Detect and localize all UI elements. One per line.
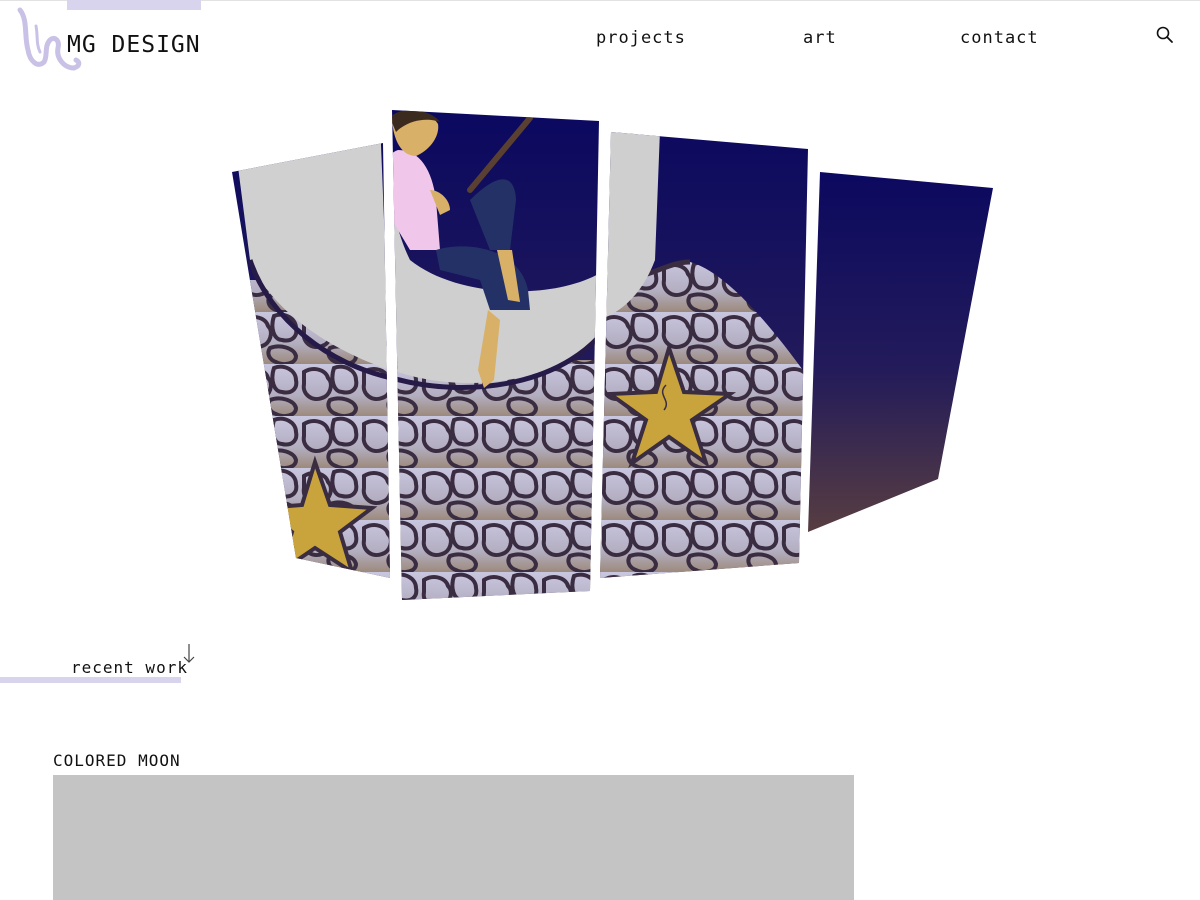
brand-name[interactable]: MG DESIGN <box>67 32 201 58</box>
nav-contact[interactable]: contact <box>960 28 1039 48</box>
project-title[interactable]: COLORED MOON <box>53 751 181 770</box>
recent-work-underline <box>0 677 181 683</box>
hero-artwork <box>232 110 993 600</box>
top-accent-bar <box>67 0 201 10</box>
arrow-down-icon[interactable] <box>181 642 197 666</box>
project-thumbnail[interactable] <box>53 775 854 900</box>
search-icon[interactable] <box>1155 25 1175 45</box>
nav-art[interactable]: art <box>803 28 837 48</box>
nav-projects[interactable]: projects <box>596 28 686 48</box>
page: MG DESIGN projects art contact recent wo… <box>0 0 1200 900</box>
recent-work-label[interactable]: recent work <box>71 658 188 677</box>
